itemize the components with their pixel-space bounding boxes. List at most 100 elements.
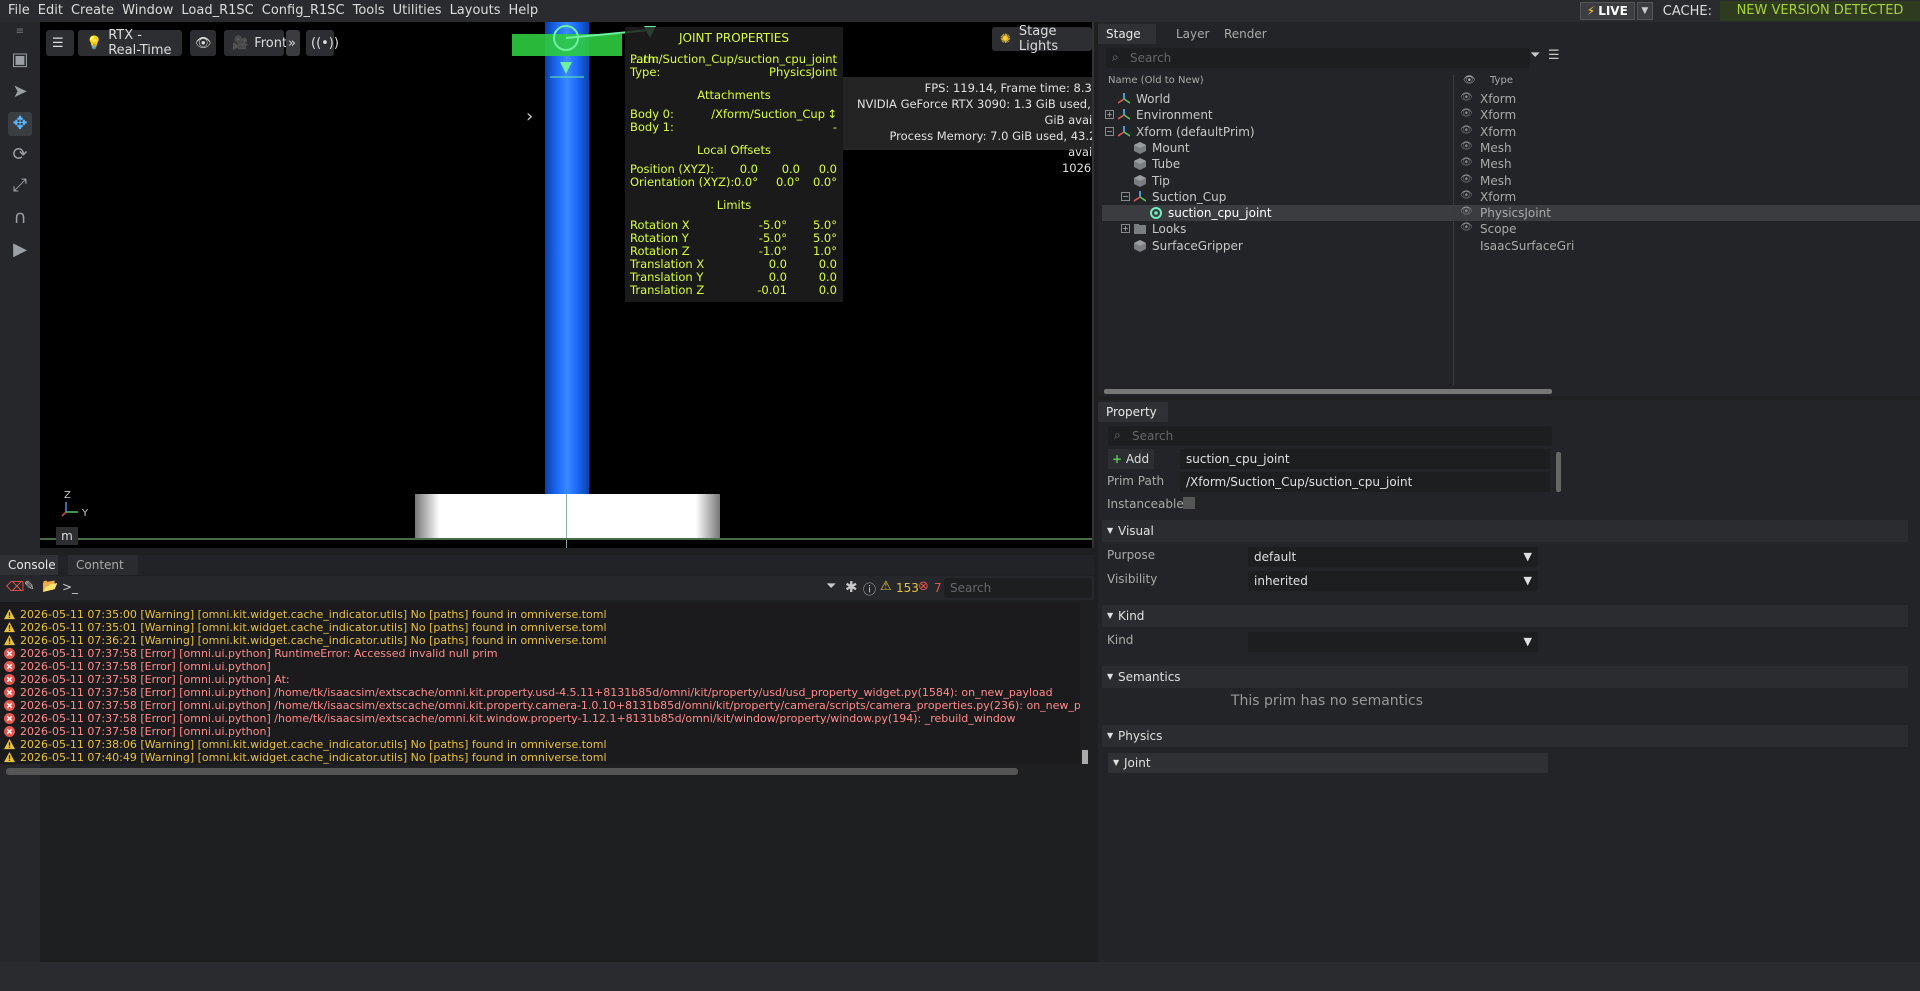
stage-tree-row[interactable]: Tip 👁 Mesh [1102,173,1920,189]
log-line[interactable]: 2026-05-11 07:37:58 [Error] [omni.ui.pyt… [0,686,1080,699]
visibility-dropdown[interactable]: inherited ▼ [1248,571,1538,591]
eye-icon[interactable]: 👁 [1460,222,1473,233]
log-line[interactable]: 2026-05-11 07:37:58 [Error] [omni.ui.pyt… [0,725,1080,738]
collapse-icon[interactable]: − [1121,191,1130,201]
folder-open-icon[interactable]: 📂 [42,579,58,594]
camera-button[interactable]: 🎥 Front [224,30,287,56]
prim-path-field[interactable]: /Xform/Suction_Cup/suction_cpu_joint [1180,472,1550,492]
play-icon[interactable]: ▶ [8,238,32,262]
property-search-input[interactable]: Search [1108,426,1552,446]
edit-icon[interactable]: ✎ [24,579,35,594]
warning-icon[interactable]: ⚠ [880,579,892,594]
viewport-settings-button[interactable]: ☰ [46,30,74,56]
log-line[interactable]: 2026-05-11 07:40:49 [Warning] [omni.kit.… [0,751,1080,764]
property-vertical-scrollbar[interactable] [1556,452,1561,492]
log-line[interactable]: 2026-05-11 07:37:58 [Error] [omni.ui.pyt… [0,712,1080,725]
kind-dropdown[interactable]: ▼ [1248,632,1538,652]
purpose-dropdown[interactable]: default ▼ [1248,547,1538,567]
menu-layouts[interactable]: Layouts [446,0,505,22]
eye-icon[interactable]: 👁 [1460,108,1473,119]
stage-tree-row[interactable]: World 👁 Xform [1102,91,1920,107]
tab-stage[interactable]: Stage [1098,24,1156,44]
stage-tree-row[interactable]: SurfaceGripper IsaacSurfaceGri [1102,238,1920,254]
stage-tree-row[interactable]: + Looks 👁 Scope [1102,221,1920,237]
menu-utilities[interactable]: Utilities [389,0,446,22]
column-visibility-icon[interactable]: 👁 [1463,75,1476,86]
eye-icon[interactable]: 👁 [1460,92,1473,103]
eye-icon[interactable]: 👁 [1460,206,1473,217]
log-line[interactable]: 2026-05-11 07:37:58 [Error] [omni.ui.pyt… [0,647,1080,660]
mount-mesh[interactable] [415,494,720,540]
visual-section-header[interactable]: ▼ Visual [1102,520,1908,542]
eye-icon[interactable]: 👁 [1460,141,1473,152]
stage-tree-row[interactable]: Tube 👁 Mesh [1102,156,1920,172]
log-line[interactable]: 2026-05-11 07:37:58 [Error] [omni.ui.pyt… [0,699,1080,712]
asterisk-icon[interactable]: ✱ [845,578,858,596]
expand-icon[interactable]: + [1121,224,1130,234]
snap-magnet-icon[interactable]: ∩ [8,206,32,230]
live-button[interactable]: ⚡ LIVE [1579,2,1635,20]
live-dropdown-caret[interactable]: ▼ [1636,2,1653,20]
eye-icon[interactable]: 👁 [1460,174,1473,185]
stage-tree-row[interactable]: Mount 👁 Mesh [1102,140,1920,156]
tab-console[interactable]: Console [0,555,58,575]
tab-property[interactable]: Property [1098,402,1168,422]
log-line[interactable]: 2026-05-11 07:35:01 [Warning] [omni.kit.… [0,621,1080,634]
console-vertical-scrollbar[interactable] [1082,750,1088,764]
visibility-button[interactable]: 👁 [190,30,216,56]
log-line[interactable]: 2026-05-11 07:36:21 [Warning] [omni.kit.… [0,634,1080,647]
physics-section-header[interactable]: ▼ Physics [1102,725,1908,747]
stage-tree-row[interactable]: − Suction_Cup 👁 Xform [1102,189,1920,205]
tab-render-settings[interactable]: Render Settings [1216,24,1320,61]
broadcast-button[interactable]: ((•)) [306,30,339,56]
menu-create[interactable]: Create [67,0,118,22]
stage-horizontal-scrollbar[interactable] [1104,389,1552,394]
updown-arrow-icon[interactable]: ↕ [827,107,837,121]
menu-help[interactable]: Help [505,0,543,22]
log-line[interactable]: 2026-05-11 07:38:06 [Warning] [omni.kit.… [0,738,1080,751]
eye-icon[interactable]: 👁 [1460,190,1473,201]
menu-window[interactable]: Window [118,0,177,22]
chevron-right-icon[interactable]: » [286,30,300,56]
log-line[interactable]: 2026-05-11 07:35:00 [Warning] [omni.kit.… [0,608,1080,621]
eye-icon[interactable]: 👁 [1460,125,1473,136]
semantics-section-header[interactable]: ▼ Semantics [1102,666,1908,688]
command-prompt[interactable]: >_ [62,580,78,594]
column-name-header[interactable]: Name (Old to New) [1108,75,1204,86]
info-icon[interactable]: ⓘ [863,579,876,598]
stage-lights-button[interactable]: ✺ Stage Lights [992,24,1092,54]
expand-arrow-icon[interactable]: › [526,106,533,127]
expand-icon[interactable]: + [1105,110,1114,120]
console-horizontal-scrollbar[interactable] [6,768,1018,775]
menu-load-r1sc[interactable]: Load_R1SC [177,0,257,22]
rotate-tool-icon[interactable]: ⟳ [8,143,32,167]
prim-name-field[interactable]: suction_cpu_joint [1180,449,1550,469]
cache-status-badge[interactable]: NEW VERSION DETECTED [1720,1,1920,21]
select-arrow-icon[interactable]: ➤ [8,80,32,104]
eye-icon[interactable]: 👁 [1460,157,1473,168]
log-line[interactable]: 2026-05-11 07:37:58 [Error] [omni.ui.pyt… [0,673,1080,686]
stage-options-icon[interactable]: ☰ [1548,48,1560,63]
stage-filter-icon[interactable]: ⏷ [1530,48,1540,63]
menu-file[interactable]: File [4,0,34,22]
stage-search-input[interactable]: Search [1106,48,1530,68]
select-mode-icon[interactable]: ▣ [8,48,32,72]
collapse-icon[interactable]: − [1105,126,1114,136]
tab-content[interactable]: Content [68,555,138,575]
add-button[interactable]: + Add [1108,449,1154,469]
log-line[interactable]: 2026-05-11 07:37:58 [Error] [omni.ui.pyt… [0,660,1080,673]
joint-section-header[interactable]: ▼ Joint [1108,753,1548,773]
menu-edit[interactable]: Edit [34,0,67,22]
stage-tree-row[interactable]: + Environment 👁 Xform [1102,107,1920,123]
filter-icon[interactable]: ⏷ [826,579,836,594]
console-search-input[interactable]: Search [944,578,1092,598]
stage-tree-row[interactable]: suction_cpu_joint 👁 PhysicsJoint [1102,205,1920,222]
viewport[interactable]: ☰ 💡 RTX - Real-Time 👁 🎥 Front » ((•)) › … [40,22,1094,548]
kind-section-header[interactable]: ▼ Kind [1102,605,1908,627]
clear-console-icon[interactable]: ⌫ [6,580,24,595]
menu-config-r1sc[interactable]: Config_R1SC [258,0,349,22]
tab-layer[interactable]: Layer [1168,24,1220,44]
scale-tool-icon[interactable]: ⤢ [8,174,32,198]
render-mode-button[interactable]: 💡 RTX - Real-Time [78,28,182,58]
move-tool-icon[interactable]: ✥ [8,112,32,136]
